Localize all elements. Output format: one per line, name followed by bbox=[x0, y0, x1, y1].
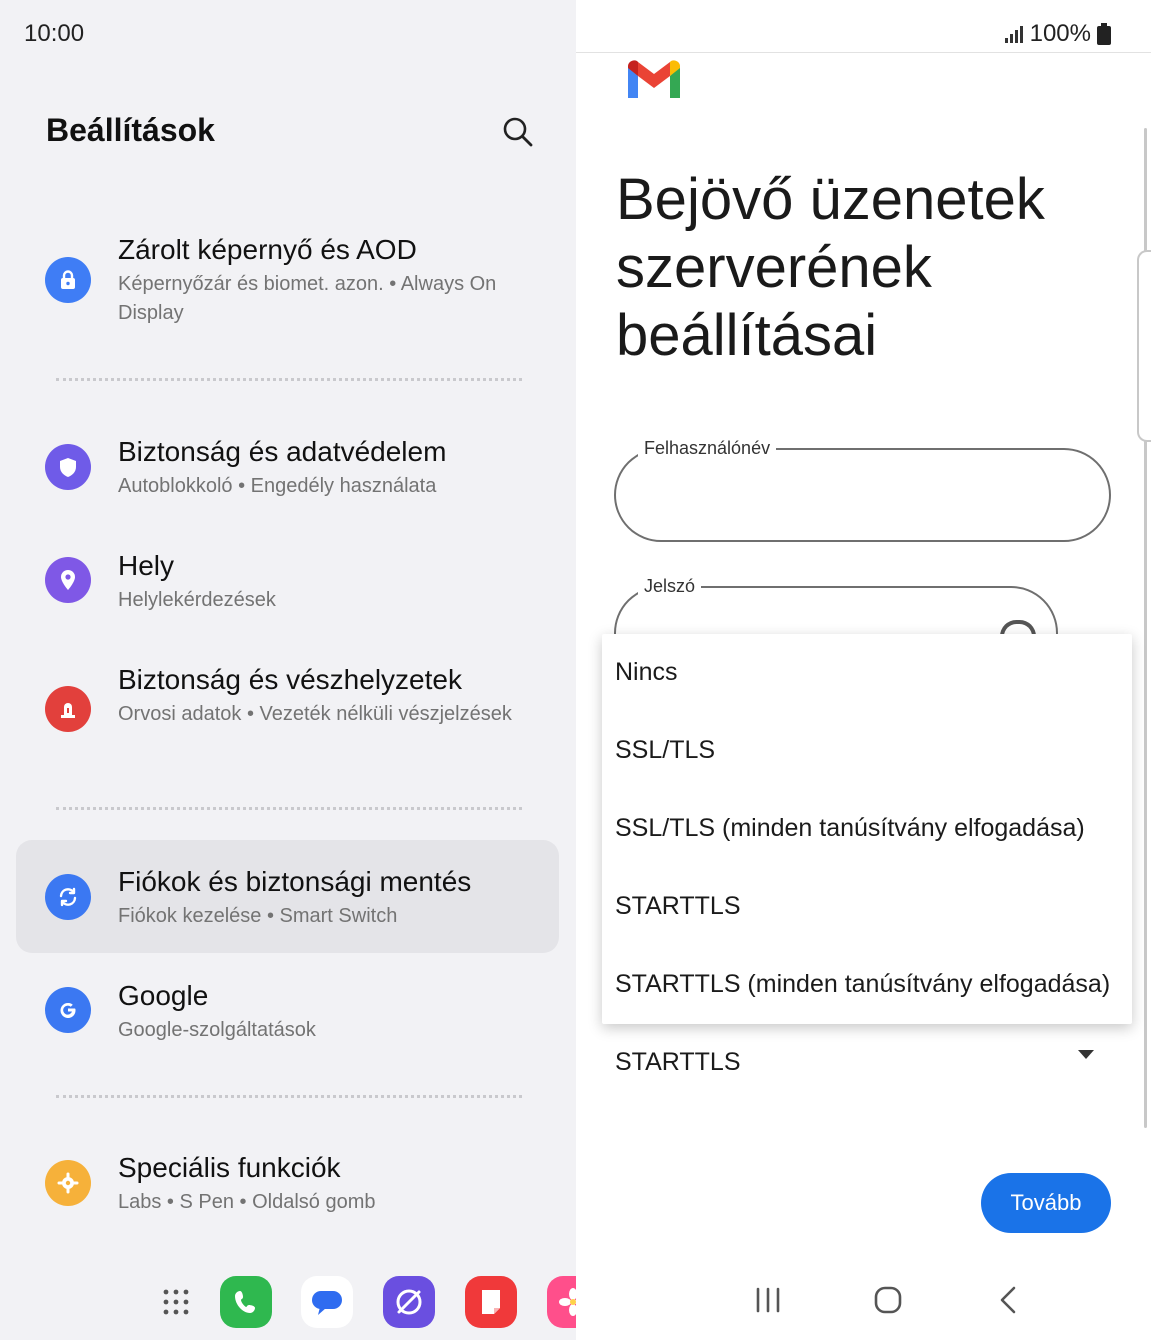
battery-percent: 100% bbox=[1029, 20, 1091, 47]
internet-app-icon[interactable] bbox=[383, 1276, 435, 1328]
menu-item-none[interactable]: Nincs bbox=[615, 658, 678, 687]
gmail-logo-icon bbox=[628, 60, 680, 98]
divider bbox=[56, 807, 522, 810]
settings-item-subtitle: Helylekérdezések bbox=[118, 589, 276, 611]
phone-app-icon[interactable] bbox=[220, 1276, 272, 1328]
settings-item-google[interactable]: Google Google-szolgáltatások bbox=[16, 976, 559, 1060]
divider bbox=[576, 52, 1151, 53]
dropdown-arrow-icon[interactable] bbox=[1078, 1050, 1094, 1059]
username-label: Felhasználónév bbox=[638, 438, 777, 459]
signal-icon bbox=[1004, 26, 1023, 43]
shield-icon bbox=[45, 444, 91, 490]
scroll-handle[interactable] bbox=[1137, 250, 1151, 442]
status-time: 10:00 bbox=[24, 20, 85, 47]
security-type-menu: Nincs SSL/TLS SSL/TLS (minden tanúsítván… bbox=[602, 634, 1132, 1024]
messages-app-icon[interactable] bbox=[301, 1276, 353, 1328]
settings-item-title: Fiókok és biztonsági mentés bbox=[118, 866, 472, 897]
settings-item-location[interactable]: Hely Helylekérdezések bbox=[16, 546, 559, 630]
menu-item-ssl-tls[interactable]: SSL/TLS bbox=[615, 736, 715, 765]
menu-item-starttls[interactable]: STARTTLS bbox=[615, 892, 741, 921]
settings-item-subtitle: Autoblokkoló • Engedély használata bbox=[118, 475, 437, 497]
back-icon bbox=[1000, 1286, 1016, 1314]
gmail-pane: 100% Bejövő üzenetek szerverének beállít… bbox=[576, 0, 1151, 1340]
settings-item-accounts-backup[interactable]: Fiókok és biztonsági mentés Fiókok kezel… bbox=[16, 840, 559, 953]
username-field[interactable]: Felhasználónév bbox=[614, 438, 1111, 542]
settings-item-title: Hely bbox=[118, 550, 175, 581]
settings-item-subtitle: Orvosi adatok • Vezeték nélküli vészjelz… bbox=[118, 703, 512, 725]
recents-button[interactable] bbox=[750, 1282, 786, 1318]
app-drawer-button[interactable] bbox=[150, 1276, 202, 1328]
notes-app-icon[interactable] bbox=[465, 1276, 517, 1328]
settings-item-title: Speciális funkciók bbox=[118, 1152, 341, 1183]
battery-icon bbox=[1097, 23, 1111, 45]
settings-item-lock-screen[interactable]: Zárolt képernyő és AOD Képernyőzár és bi… bbox=[16, 226, 559, 336]
emergency-icon bbox=[45, 686, 91, 732]
home-icon bbox=[874, 1286, 902, 1314]
search-icon bbox=[503, 117, 533, 147]
back-button[interactable] bbox=[990, 1282, 1026, 1318]
divider bbox=[56, 1095, 522, 1098]
settings-item-security-privacy[interactable]: Biztonság és adatvédelem Autoblokkoló • … bbox=[16, 430, 559, 514]
settings-item-subtitle: Képernyőzár és biomet. azon. • Always On… bbox=[118, 273, 497, 324]
page-title: Beállítások bbox=[46, 112, 215, 148]
settings-pane: 10:00 Beállítások Zárolt képernyő és AOD… bbox=[0, 0, 681, 1340]
location-pin-icon bbox=[45, 557, 91, 603]
next-button[interactable]: Tovább bbox=[981, 1173, 1111, 1233]
recents-icon bbox=[756, 1287, 780, 1313]
page-title: Bejövő üzenetek szerverének beállításai bbox=[616, 167, 1045, 368]
google-icon bbox=[45, 987, 91, 1033]
settings-item-advanced-features[interactable]: Speciális funkciók Labs • S Pen • Oldals… bbox=[16, 1148, 559, 1232]
grid-icon bbox=[163, 1289, 189, 1315]
advanced-features-icon bbox=[45, 1160, 91, 1206]
divider bbox=[56, 378, 522, 381]
settings-item-subtitle: Google-szolgáltatások bbox=[118, 1019, 316, 1041]
settings-item-title: Biztonság és vészhelyzetek bbox=[118, 664, 462, 695]
settings-item-title: Biztonság és adatvédelem bbox=[118, 436, 447, 467]
lock-icon bbox=[45, 257, 91, 303]
settings-item-subtitle: Fiókok kezelése • Smart Switch bbox=[118, 905, 398, 927]
settings-item-title: Zárolt képernyő és AOD bbox=[118, 234, 417, 265]
home-button[interactable] bbox=[868, 1282, 908, 1318]
settings-item-safety-emergency[interactable]: Biztonság és vészhelyzetek Orvosi adatok… bbox=[16, 656, 559, 766]
menu-item-starttls-accept-all[interactable]: STARTTLS (minden tanúsítvány elfogadása) bbox=[615, 970, 1110, 999]
settings-item-subtitle: Labs • S Pen • Oldalsó gomb bbox=[118, 1191, 376, 1213]
status-indicators: 100% bbox=[1004, 20, 1111, 48]
search-button[interactable] bbox=[496, 110, 540, 154]
security-type-select[interactable]: STARTTLS bbox=[615, 1048, 741, 1077]
menu-item-ssl-tls-accept-all[interactable]: SSL/TLS (minden tanúsítvány elfogadása) bbox=[615, 814, 1085, 843]
settings-item-title: Google bbox=[118, 980, 209, 1011]
sync-icon bbox=[45, 874, 91, 920]
password-label: Jelszó bbox=[638, 576, 702, 597]
